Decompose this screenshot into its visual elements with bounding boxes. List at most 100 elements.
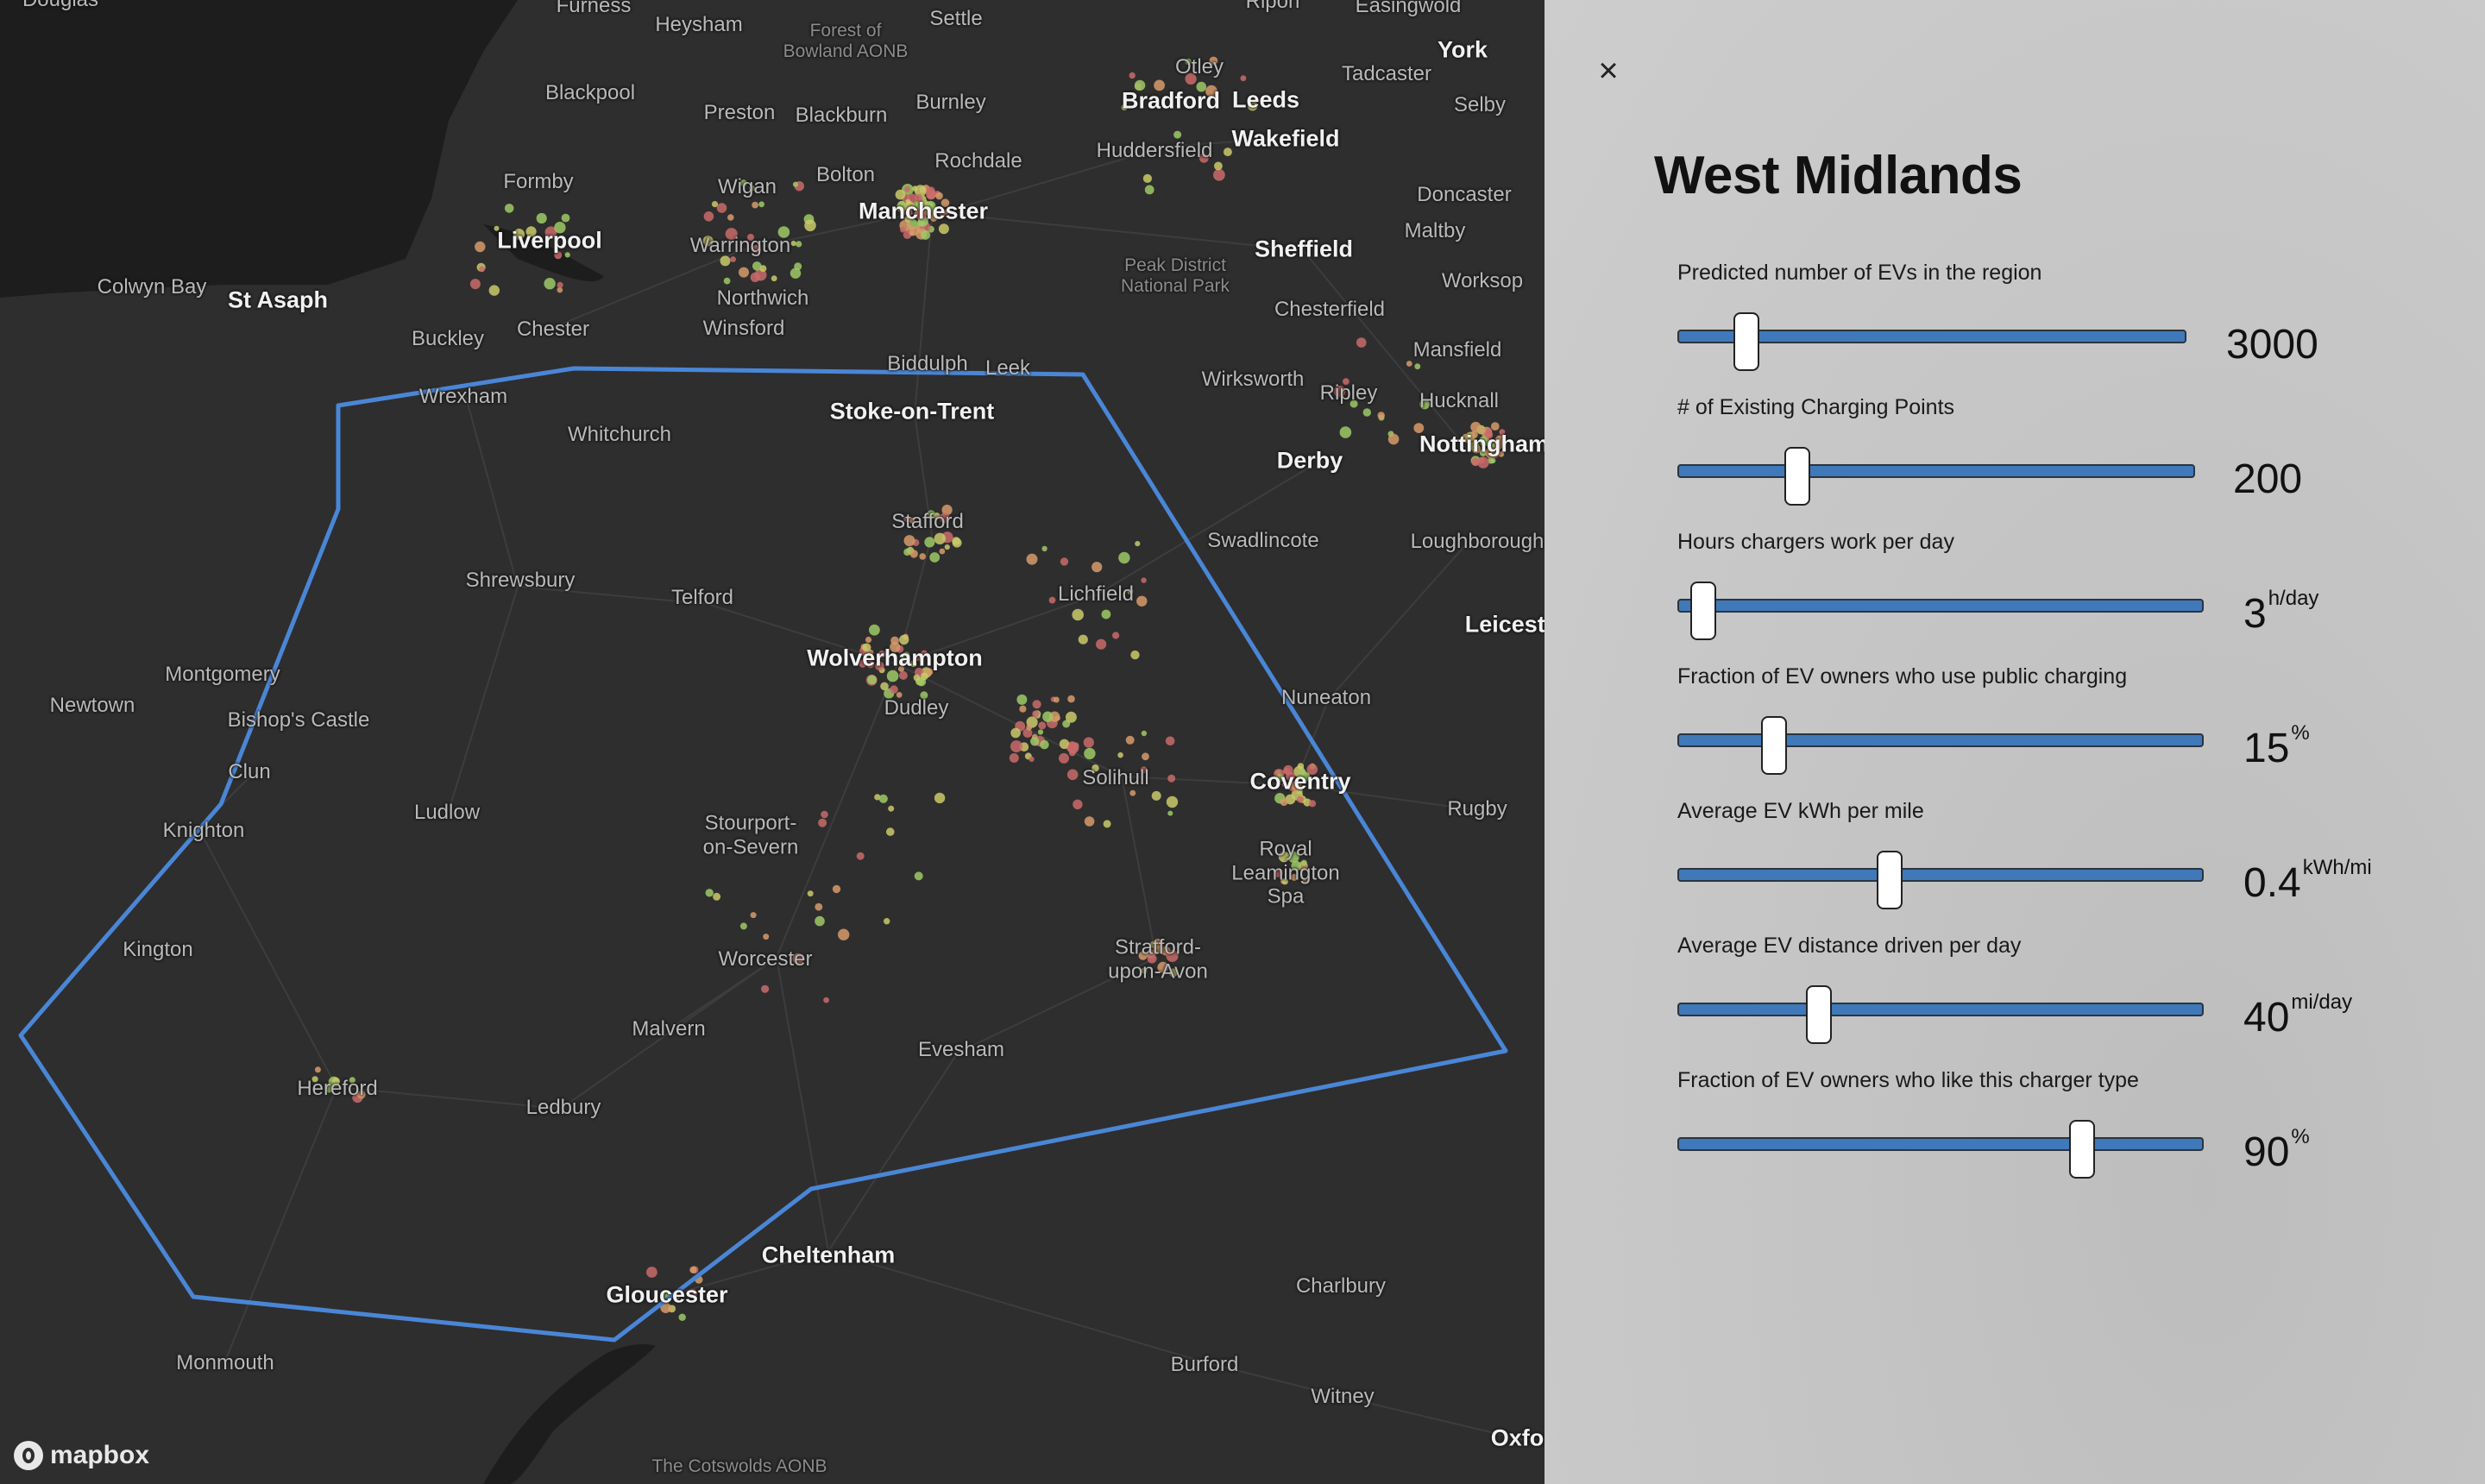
charging-point	[1214, 161, 1223, 171]
mapbox-logo[interactable]: mapbox	[14, 1441, 149, 1470]
charging-point	[1223, 148, 1232, 157]
charging-point	[1026, 724, 1033, 731]
charging-point	[838, 928, 850, 940]
slider-row: Average EV kWh per mile 0.4kWh/mi	[1677, 799, 2372, 909]
charging-point	[1096, 638, 1107, 650]
slider-thumb[interactable]	[1760, 716, 1787, 775]
slider-thumb[interactable]	[1689, 582, 1716, 640]
charging-point	[865, 636, 872, 644]
charging-point	[723, 277, 731, 285]
charging-point	[832, 884, 841, 894]
city-label-ludlow: Ludlow	[413, 801, 481, 825]
charging-point	[1165, 736, 1175, 746]
slider-track[interactable]	[1677, 464, 2195, 478]
slider-thumb[interactable]	[2069, 1120, 2096, 1179]
city-label-loughborough: Loughborough	[1410, 530, 1544, 554]
slider-thumb[interactable]	[1733, 312, 1759, 371]
slider-value-unit: h/day	[2268, 587, 2319, 610]
charging-point	[1037, 729, 1044, 735]
charging-point	[823, 997, 829, 1003]
charging-point	[1010, 740, 1022, 753]
charging-point	[1032, 710, 1040, 718]
slider-label: Fraction of EV owners who use public cha…	[1677, 664, 2128, 689]
charging-point	[752, 201, 758, 209]
city-label-northwich: Northwich	[716, 286, 809, 311]
charging-point	[750, 272, 760, 282]
city-label-burford: Burford	[1170, 1353, 1239, 1377]
slider-thumb[interactable]	[1784, 447, 1810, 506]
charging-point	[1377, 412, 1385, 419]
charging-point	[544, 278, 556, 290]
charging-point	[1142, 173, 1152, 183]
slider-value-number: 40	[2243, 995, 2290, 1041]
city-label-swadlincote: Swadlincote	[1207, 529, 1319, 553]
city-label-manchester: Manchester	[858, 198, 989, 224]
city-label-huddersfield: Huddersfield	[1096, 139, 1213, 163]
charging-point	[314, 1066, 321, 1073]
charging-point	[1040, 739, 1049, 750]
city-label-peak-district-national-park: Peak District National Park	[1120, 255, 1230, 296]
slider-label: # of Existing Charging Points	[1677, 395, 1955, 419]
charging-point	[727, 214, 734, 221]
charging-point	[888, 805, 895, 812]
charging-point	[920, 672, 928, 681]
charging-point	[1125, 735, 1135, 745]
slider-value-number: 15	[2243, 726, 2290, 771]
slider-value-unit: mi/day	[2291, 990, 2353, 1014]
charging-point	[739, 922, 747, 930]
city-label-mansfield: Mansfield	[1412, 338, 1502, 362]
city-label-colwyn-bay: Colwyn Bay	[97, 275, 207, 299]
city-label-hucknall: Hucknall	[1419, 389, 1500, 413]
charging-point	[536, 212, 547, 224]
slider-thumb[interactable]	[1806, 985, 1833, 1044]
close-button[interactable]: ×	[1591, 53, 1626, 88]
city-label-selby: Selby	[1453, 93, 1507, 117]
slider-track[interactable]	[1677, 599, 2204, 613]
charging-point	[1135, 541, 1141, 547]
charging-point	[790, 267, 802, 279]
charging-point	[1141, 730, 1148, 737]
charging-point	[869, 624, 880, 636]
charging-point	[759, 265, 767, 273]
city-label-kington: Kington	[123, 938, 193, 962]
city-label-royal-leamington-spa: Royal Leamington Spa	[1231, 837, 1340, 909]
slider-value: 3h/day	[2243, 587, 2319, 638]
map[interactable]: Douglas Furness Heysham Settle Forest ofBowl…	[0, 0, 1544, 1484]
city-label-stourport-on-severn: Stourport-on-Severn	[702, 811, 799, 858]
charging-point	[1065, 711, 1077, 723]
city-label-sheffield: Sheffield	[1254, 236, 1354, 262]
charging-point	[1072, 608, 1084, 621]
charging-point	[792, 181, 799, 187]
city-label-lichfield: Lichfield	[1057, 582, 1135, 607]
city-label-newtown: Newtown	[49, 694, 135, 718]
charging-point	[1477, 456, 1489, 468]
charging-point	[646, 1267, 657, 1278]
charging-point	[475, 241, 486, 253]
charging-point	[1041, 545, 1047, 552]
charging-point	[1016, 694, 1028, 705]
city-label-leicester: Leicester	[1464, 611, 1544, 638]
charging-point	[1030, 737, 1040, 746]
city-label-gloucester: Gloucester	[606, 1281, 728, 1308]
slider-thumb[interactable]	[1877, 851, 1903, 909]
charging-point	[909, 550, 918, 558]
slider-track[interactable]	[1677, 1003, 2204, 1016]
city-label-york: York	[1437, 36, 1488, 63]
charging-point	[713, 892, 721, 901]
city-label-telford: Telford	[670, 586, 734, 610]
slider-track[interactable]	[1677, 733, 2204, 747]
slider-track[interactable]	[1677, 868, 2204, 882]
charging-point	[705, 889, 714, 897]
charging-point	[1048, 596, 1056, 604]
charging-point	[711, 201, 719, 208]
city-label-ledbury: Ledbury	[525, 1096, 601, 1120]
city-label-otley: Otley	[1174, 55, 1224, 79]
charging-point	[944, 544, 950, 550]
city-label-tadcaster: Tadcaster	[1341, 62, 1432, 86]
charging-point	[1032, 700, 1041, 709]
slider-track[interactable]	[1677, 1137, 2204, 1151]
charging-point	[898, 670, 908, 680]
charging-point	[924, 537, 935, 548]
charging-point	[1092, 562, 1103, 573]
slider-label: Fraction of EV owners who like this char…	[1677, 1068, 2139, 1092]
